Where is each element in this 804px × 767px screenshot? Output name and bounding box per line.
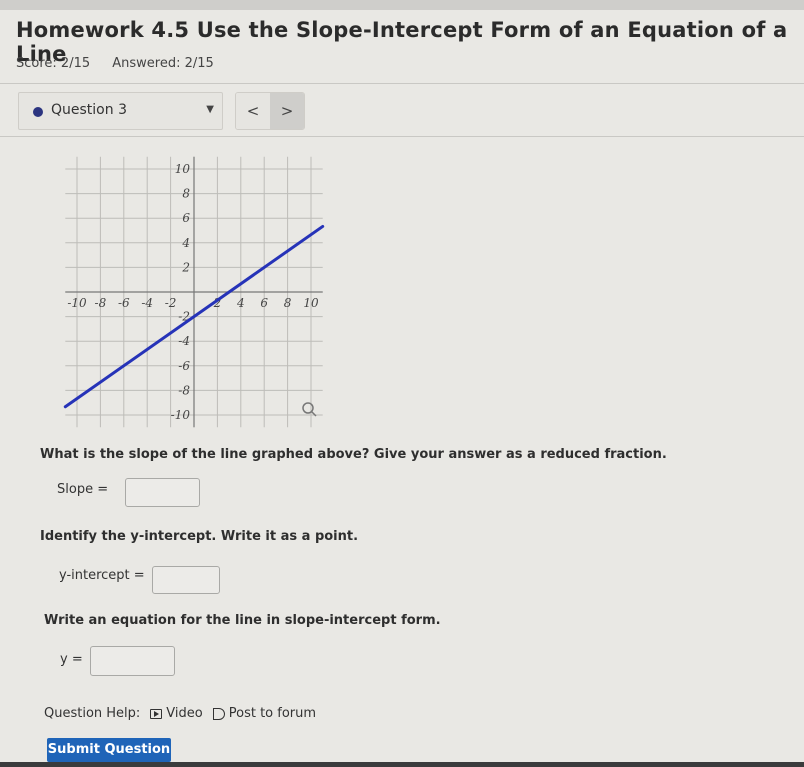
submit-question-button[interactable]: Submit Question (47, 738, 171, 762)
question-help-label: Question Help: (44, 706, 141, 721)
prev-question-button[interactable]: < (236, 93, 270, 129)
x-tick-label: -6 (118, 296, 130, 310)
post-to-forum-label: Post to forum (228, 706, 317, 721)
magnifier-icon[interactable] (302, 402, 317, 417)
score-text: Score: 2/15 (16, 56, 91, 71)
y-tick-label: -4 (178, 334, 190, 348)
question-3-text: Write an equation for the line in slope-… (44, 613, 441, 628)
question-status-dot (33, 107, 43, 117)
answered-text: Answered: 2/15 (112, 56, 214, 71)
x-tick-label: -8 (95, 296, 107, 310)
x-tick-label: 4 (236, 296, 245, 310)
question-select-label: Question 3 (51, 102, 127, 118)
y-intercept-label: y-intercept = (59, 568, 145, 583)
question-1-text: What is the slope of the line graphed ab… (40, 447, 667, 462)
x-tick-label: 8 (284, 296, 292, 310)
x-tick-label: -2 (165, 296, 177, 310)
x-tick-label: 10 (303, 296, 319, 310)
caret-down-icon: ▼ (206, 104, 214, 115)
question-2-text: Identify the y-intercept. Write it as a … (40, 529, 359, 544)
video-link-label: Video (166, 706, 203, 721)
x-tick-label: -4 (141, 296, 153, 310)
speech-bubble-icon (212, 707, 225, 720)
divider (0, 83, 804, 84)
y-tick-label: 6 (182, 211, 190, 225)
y-equals-label: y = (60, 652, 83, 667)
y-tick-label: -6 (178, 359, 190, 373)
axes (65, 156, 323, 428)
x-tick-label: -10 (67, 296, 87, 310)
bottom-strip (0, 762, 804, 767)
slope-input[interactable] (125, 478, 200, 507)
divider (0, 136, 804, 137)
score-line: Score: 2/15 Answered: 2/15 (16, 56, 232, 71)
video-link[interactable]: Video (150, 706, 203, 721)
y-tick-label: 8 (182, 187, 190, 201)
y-tick-label: 2 (181, 260, 190, 274)
post-to-forum-link[interactable]: Post to forum (212, 706, 317, 721)
x-tick-labels: -10 -8 -6 -4 -2 2 4 6 8 10 (67, 296, 319, 310)
line-graph: -10 -8 -6 -4 -2 2 4 6 8 10 108642-2-4-6-8-10 (63, 156, 325, 428)
equation-input[interactable] (90, 646, 175, 676)
question-nav: < > (235, 92, 305, 130)
next-question-button[interactable]: > (270, 93, 304, 129)
question-help: Question Help: Video Post to forum (44, 706, 316, 721)
y-tick-label: 10 (175, 162, 191, 176)
slope-label: Slope = (57, 482, 109, 497)
video-icon (150, 708, 163, 719)
y-tick-label: -8 (178, 383, 190, 397)
y-intercept-input[interactable] (152, 566, 220, 594)
y-tick-label: -10 (171, 408, 191, 422)
y-tick-label: 4 (181, 236, 190, 250)
question-select[interactable]: Question 3 ▼ (18, 92, 223, 130)
x-tick-label: 6 (260, 296, 268, 310)
browser-top-strip (0, 0, 804, 10)
